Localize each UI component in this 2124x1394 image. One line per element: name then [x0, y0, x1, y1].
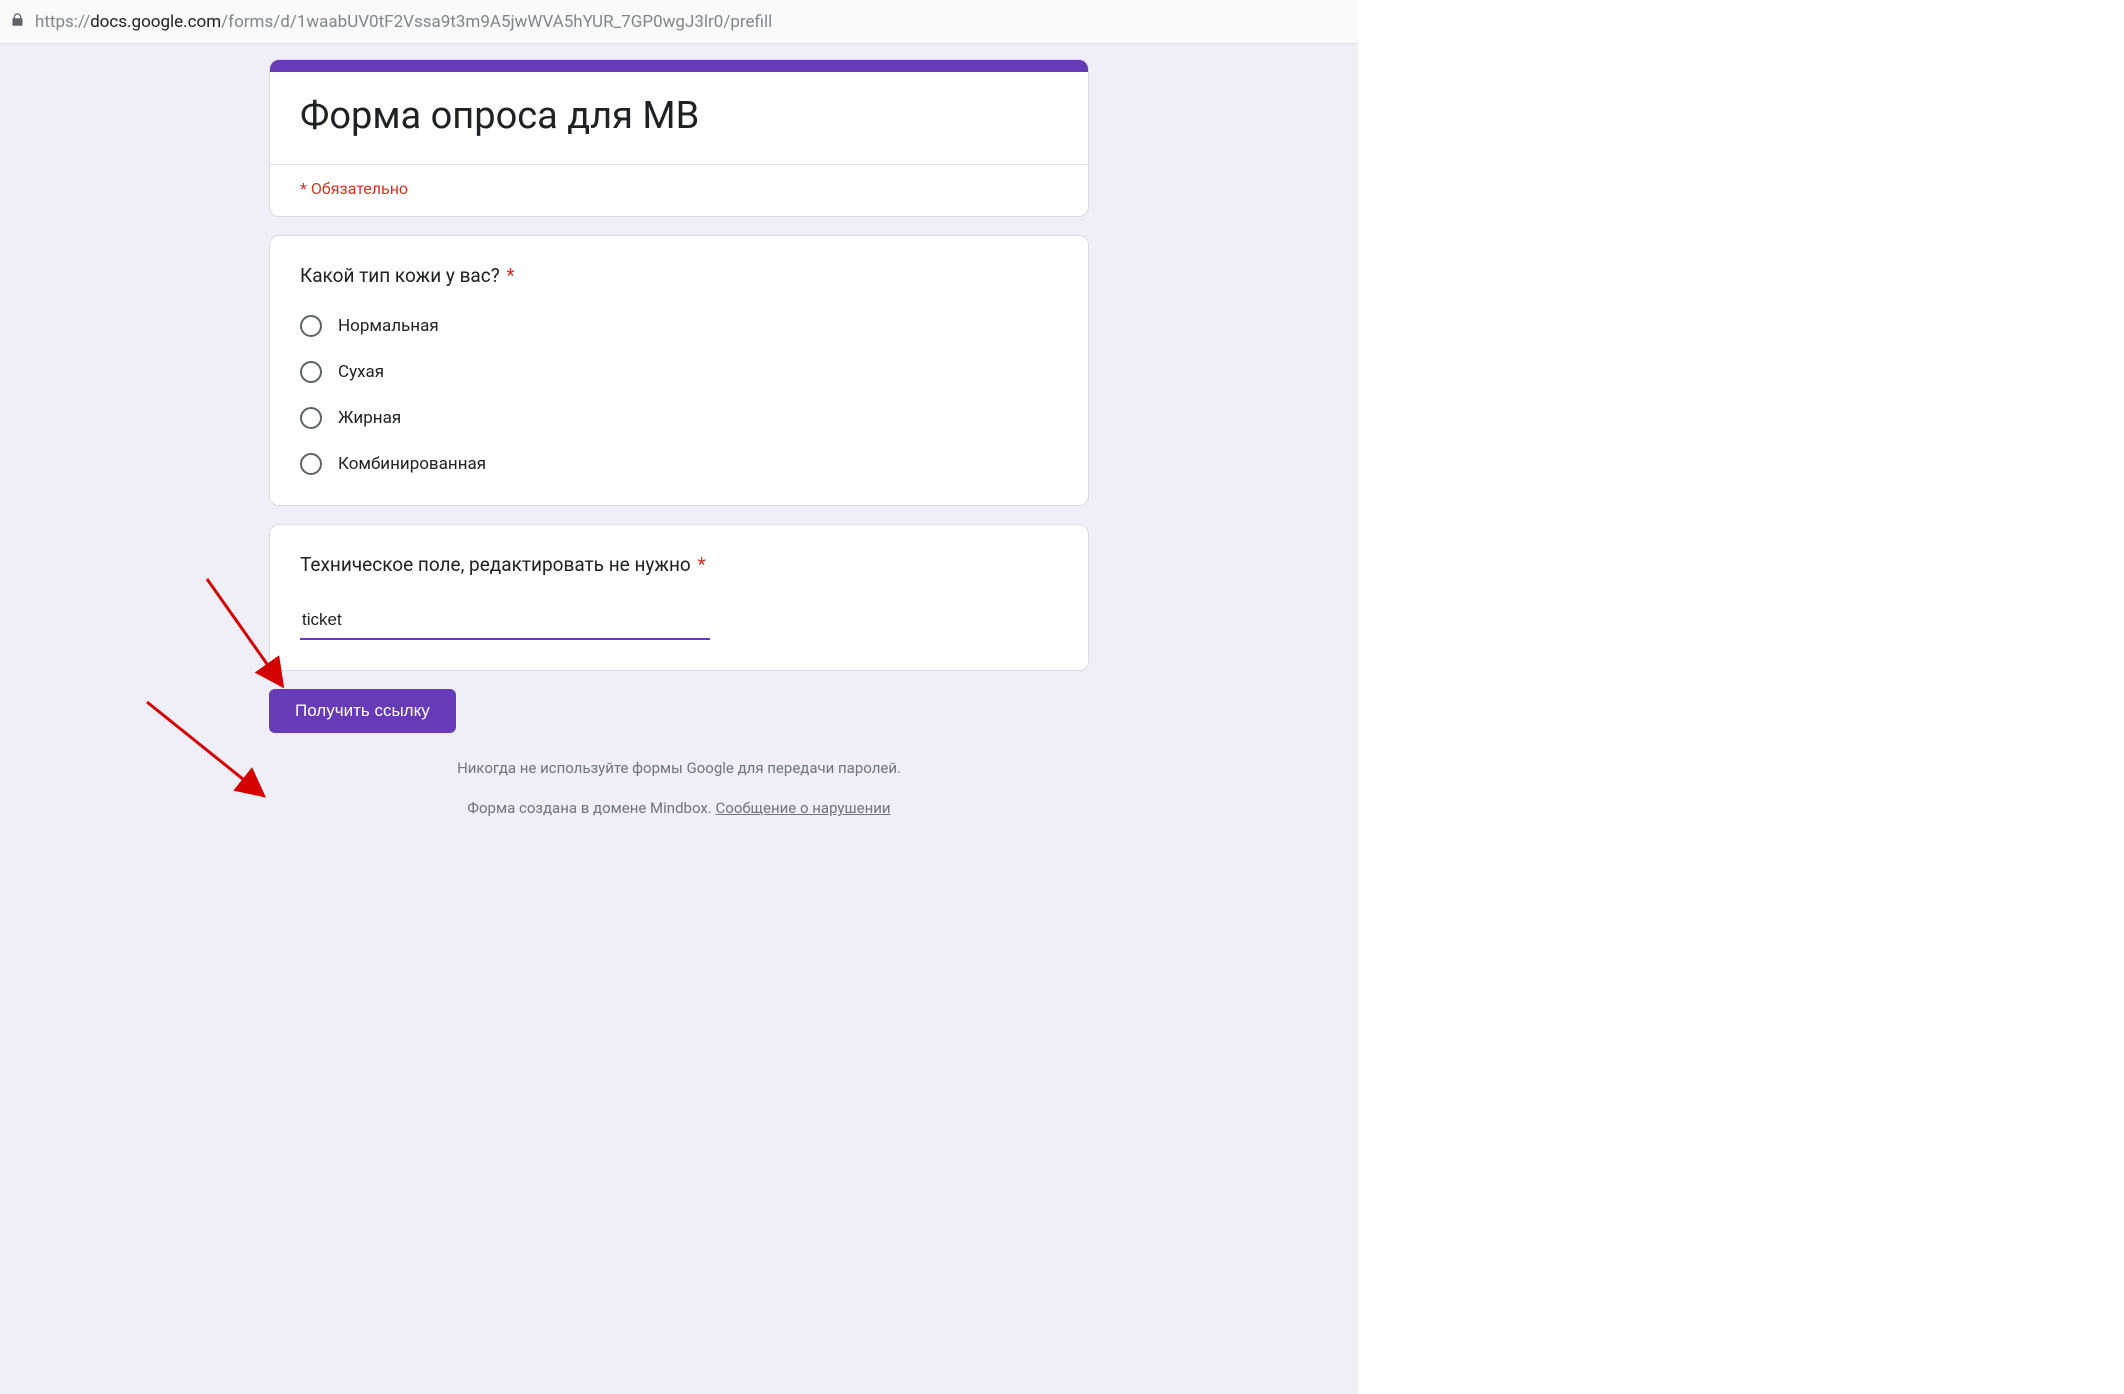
submit-row: Получить ссылку	[269, 689, 1089, 733]
annotation-arrow-icon	[139, 694, 289, 814]
get-link-button[interactable]: Получить ссылку	[269, 689, 456, 733]
lock-icon	[10, 11, 25, 33]
radio-option-combined[interactable]: Комбинированная	[300, 453, 1058, 475]
report-abuse-link[interactable]: Сообщение о нарушении	[716, 799, 891, 817]
required-star: *	[502, 264, 515, 287]
page-body: Форма опроса для MB * Обязательно Какой …	[0, 44, 1358, 1394]
required-legend: * Обязательно	[270, 164, 1088, 216]
radio-option-normal[interactable]: Нормальная	[300, 315, 1058, 337]
question-label: Техническое поле, редактировать не нужно…	[300, 553, 1058, 576]
form-domain-note: Форма создана в домене Mindbox. Сообщени…	[269, 799, 1089, 817]
option-label: Жирная	[338, 408, 401, 428]
radio-icon	[300, 361, 322, 383]
question-label: Какой тип кожи у вас? *	[300, 264, 1058, 287]
form-container: Форма опроса для MB * Обязательно Какой …	[269, 59, 1089, 817]
required-star: *	[693, 553, 706, 576]
radio-group: Нормальная Сухая Жирная Комбинированная	[300, 315, 1058, 475]
address-url[interactable]: https://docs.google.com/forms/d/1waabUV0…	[35, 12, 772, 32]
radio-icon	[300, 407, 322, 429]
radio-icon	[300, 453, 322, 475]
form-header-card: Форма опроса для MB * Обязательно	[269, 59, 1089, 217]
browser-address-bar: https://docs.google.com/forms/d/1waabUV0…	[0, 0, 1358, 44]
technical-field-input[interactable]	[300, 604, 710, 640]
question-card-technical-field: Техническое поле, редактировать не нужно…	[269, 524, 1089, 671]
accent-bar	[270, 60, 1088, 72]
option-label: Нормальная	[338, 316, 439, 336]
radio-option-dry[interactable]: Сухая	[300, 361, 1058, 383]
password-warning: Никогда не используйте формы Google для …	[269, 759, 1089, 777]
option-label: Комбинированная	[338, 454, 486, 474]
radio-icon	[300, 315, 322, 337]
option-label: Сухая	[338, 362, 384, 382]
form-title: Форма опроса для MB	[270, 72, 1088, 164]
question-card-skin-type: Какой тип кожи у вас? * Нормальная Сухая…	[269, 235, 1089, 506]
radio-option-oily[interactable]: Жирная	[300, 407, 1058, 429]
